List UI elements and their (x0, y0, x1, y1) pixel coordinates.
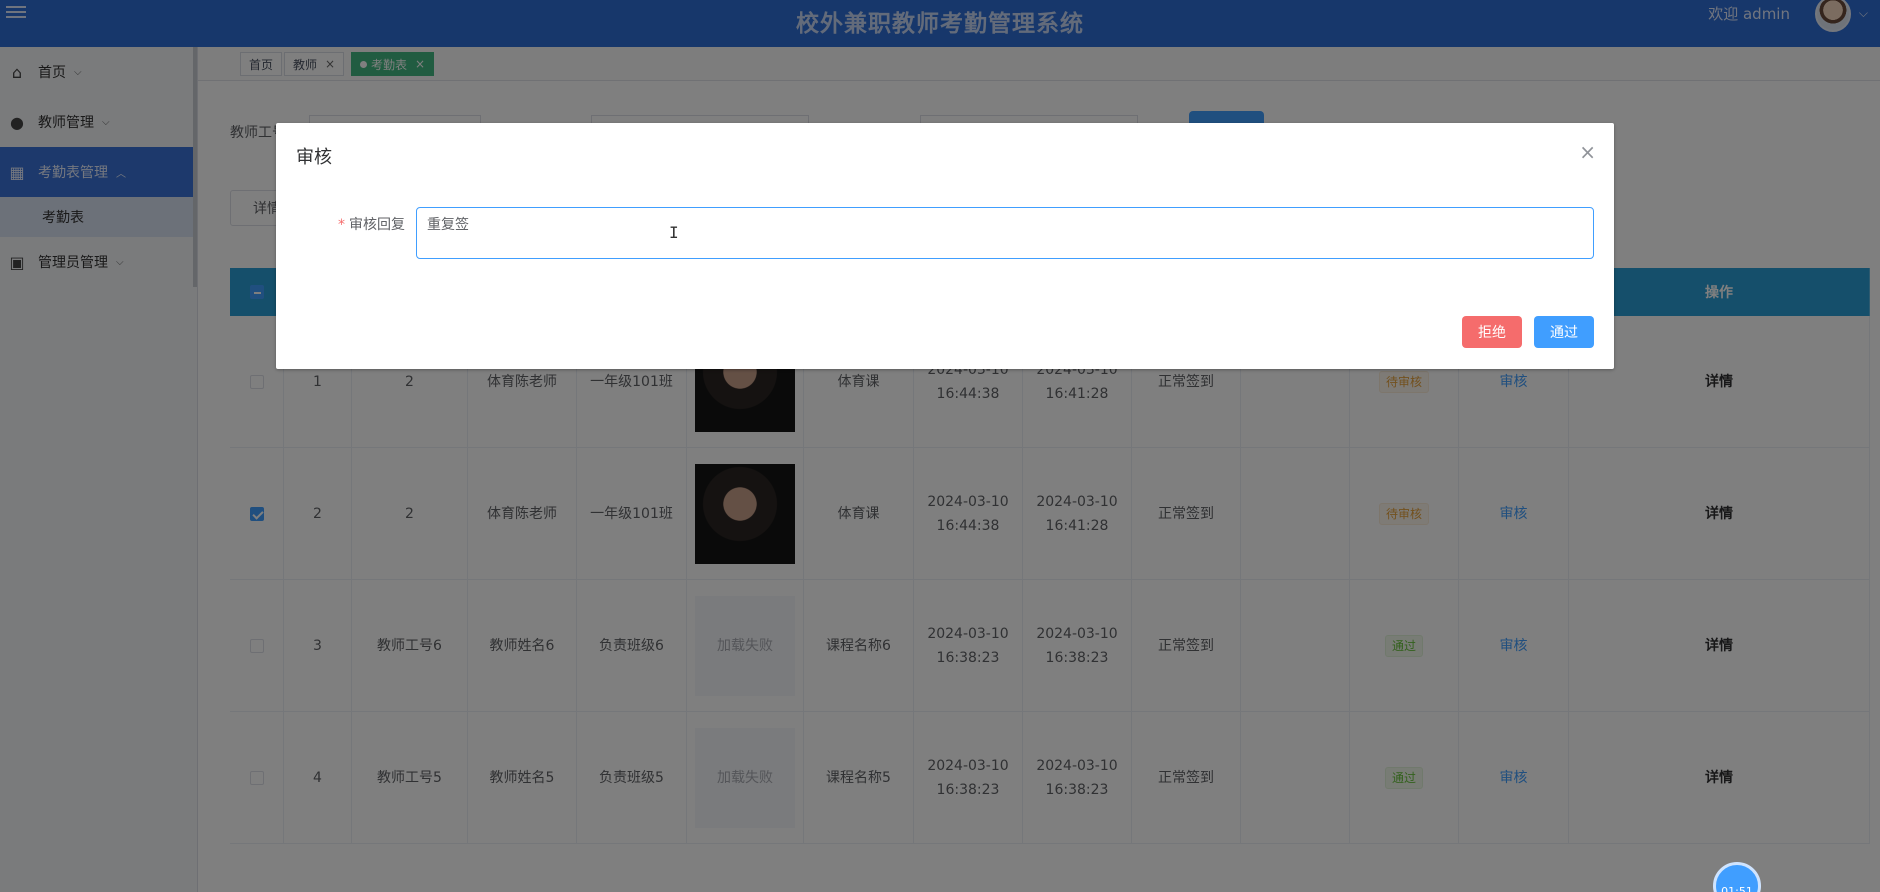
reject-button[interactable]: 拒绝 (1462, 316, 1522, 348)
audit-reply-textarea[interactable]: 重复签 (416, 207, 1594, 259)
text-cursor-icon: I (669, 223, 679, 242)
audit-reply-label: * 审核回复 (338, 214, 405, 234)
audit-dialog: 审核 × * 审核回复 重复签 I 拒绝 通过 (276, 123, 1614, 369)
dialog-title: 审核 (296, 147, 332, 168)
audit-reply-label-text: 审核回复 (349, 217, 405, 233)
close-icon[interactable]: × (1579, 142, 1596, 162)
pass-button[interactable]: 通过 (1534, 316, 1594, 348)
required-mark: * (338, 217, 345, 233)
